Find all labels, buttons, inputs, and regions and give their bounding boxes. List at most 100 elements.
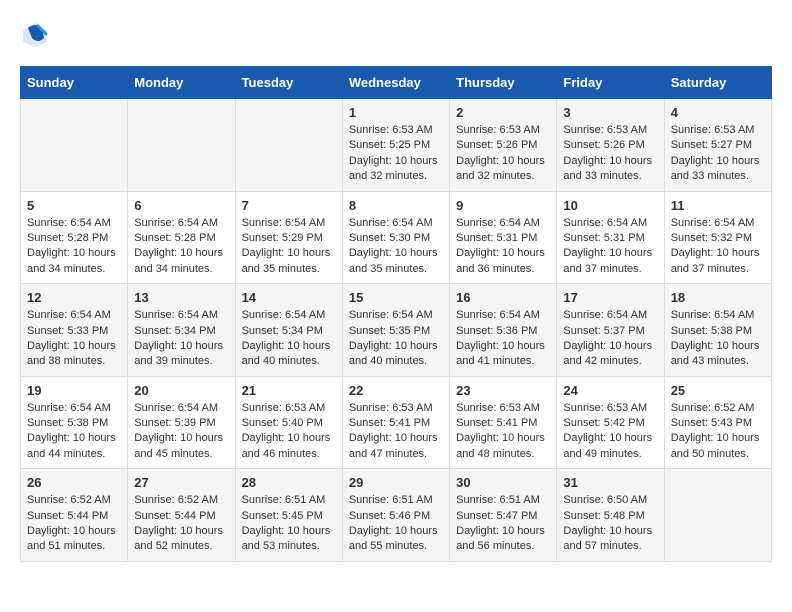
day-info: Sunrise: 6:54 AM [27, 216, 121, 231]
day-info: Sunset: 5:38 PM [671, 324, 765, 339]
day-info: Daylight: 10 hours and 55 minutes. [349, 524, 443, 555]
calendar-cell: 14 Sunrise: 6:54 AMSunset: 5:34 PMDayligh… [235, 284, 342, 377]
week-row-1: 5Sunrise: 6:54 AMSunset: 5:28 PMDaylight… [21, 191, 772, 284]
day-info: Daylight: 10 hours and 34 minutes. [27, 246, 121, 277]
day-info: Sunset: 5:43 PM [671, 416, 765, 431]
day-info: Sunset: 5:47 PM [456, 509, 550, 524]
day-number: 13 [134, 290, 228, 305]
day-info: Sunrise: 6:53 AM [563, 123, 657, 138]
day-info: Daylight: 10 hours and 45 minutes. [134, 431, 228, 462]
weekday-header-thursday: Thursday [450, 67, 557, 99]
day-info: Sunset: 5:34 PM [242, 324, 336, 339]
weekday-header-wednesday: Wednesday [342, 67, 449, 99]
day-info: Sunrise: 6:52 AM [27, 493, 121, 508]
calendar-cell: 5Sunrise: 6:54 AMSunset: 5:28 PMDaylight… [21, 191, 128, 284]
weekday-header-tuesday: Tuesday [235, 67, 342, 99]
day-number: 21 [242, 383, 336, 398]
day-number: 26 [27, 475, 121, 490]
day-info: Daylight: 10 hours and 43 minutes. [671, 339, 765, 370]
day-number: 7 [242, 198, 336, 213]
day-info: Daylight: 10 hours and 41 minutes. [456, 339, 550, 370]
day-info: Daylight: 10 hours and 32 minutes. [349, 154, 443, 185]
day-number: 3 [563, 105, 657, 120]
day-info: Sunset: 5:39 PM [134, 416, 228, 431]
calendar-header: SundayMondayTuesdayWednesdayThursdayFrid… [21, 67, 772, 99]
day-number: 12 [27, 290, 121, 305]
week-row-2: 12Sunrise: 6:54 AMSunset: 5:33 PMDayligh… [21, 284, 772, 377]
day-info: Sunset: 5:45 PM [242, 509, 336, 524]
day-info: Daylight: 10 hours and 38 minutes. [27, 339, 121, 370]
calendar-cell: 12Sunrise: 6:54 AMSunset: 5:33 PMDayligh… [21, 284, 128, 377]
calendar-cell: 15Sunrise: 6:54 AMSunset: 5:35 PMDayligh… [342, 284, 449, 377]
day-info: Sunrise: 6:54 AM [242, 308, 336, 323]
calendar-cell: 25Sunrise: 6:52 AMSunset: 5:43 PMDayligh… [664, 376, 771, 469]
calendar-cell: 21Sunrise: 6:53 AMSunset: 5:40 PMDayligh… [235, 376, 342, 469]
day-number: 14 [242, 290, 336, 305]
day-info: Sunrise: 6:54 AM [671, 308, 765, 323]
day-info: Sunset: 5:26 PM [563, 138, 657, 153]
day-number: 15 [349, 290, 443, 305]
day-number: 25 [671, 383, 765, 398]
day-info: Sunrise: 6:54 AM [456, 216, 550, 231]
day-number: 24 [563, 383, 657, 398]
calendar-cell: 22Sunrise: 6:53 AMSunset: 5:41 PMDayligh… [342, 376, 449, 469]
day-info: Sunrise: 6:51 AM [242, 493, 336, 508]
week-row-3: 19Sunrise: 6:54 AMSunset: 5:38 PMDayligh… [21, 376, 772, 469]
calendar-cell: 7 Sunrise: 6:54 AMSunset: 5:29 PMDaylight… [235, 191, 342, 284]
weekday-header-sunday: Sunday [21, 67, 128, 99]
weekday-header-friday: Friday [557, 67, 664, 99]
calendar-cell: 2Sunrise: 6:53 AMSunset: 5:26 PMDaylight… [450, 99, 557, 192]
calendar-body: 1Sunrise: 6:53 AMSunset: 5:25 PMDaylight… [21, 99, 772, 562]
calendar-cell: 10Sunrise: 6:54 AMSunset: 5:31 PMDayligh… [557, 191, 664, 284]
weekday-header-monday: Monday [128, 67, 235, 99]
day-info: Sunrise: 6:52 AM [671, 401, 765, 416]
day-info: Sunset: 5:48 PM [563, 509, 657, 524]
calendar-cell: 8Sunrise: 6:54 AMSunset: 5:30 PMDaylight… [342, 191, 449, 284]
day-info: Daylight: 10 hours and 40 minutes. [242, 339, 336, 370]
weekday-row: SundayMondayTuesdayWednesdayThursdayFrid… [21, 67, 772, 99]
day-number: 1 [349, 105, 443, 120]
day-info: Sunset: 5:28 PM [134, 231, 228, 246]
day-info: Daylight: 10 hours and 36 minutes. [456, 246, 550, 277]
calendar-cell: 13Sunrise: 6:54 AMSunset: 5:34 PMDayligh… [128, 284, 235, 377]
day-info: Sunrise: 6:52 AM [134, 493, 228, 508]
day-info: Daylight: 10 hours and 57 minutes. [563, 524, 657, 555]
day-info: Sunrise: 6:54 AM [563, 216, 657, 231]
day-info: Sunset: 5:34 PM [134, 324, 228, 339]
calendar-cell [128, 99, 235, 192]
day-info: Sunrise: 6:50 AM [563, 493, 657, 508]
day-info: Sunrise: 6:54 AM [242, 216, 336, 231]
calendar-table: SundayMondayTuesdayWednesdayThursdayFrid… [20, 66, 772, 562]
calendar-cell: 19Sunrise: 6:54 AMSunset: 5:38 PMDayligh… [21, 376, 128, 469]
day-info: Sunrise: 6:54 AM [27, 401, 121, 416]
day-info: Sunrise: 6:54 AM [134, 216, 228, 231]
day-info: Sunset: 5:41 PM [456, 416, 550, 431]
day-info: Daylight: 10 hours and 33 minutes. [671, 154, 765, 185]
calendar-cell: 16Sunrise: 6:54 AMSunset: 5:36 PMDayligh… [450, 284, 557, 377]
day-info: Sunset: 5:31 PM [456, 231, 550, 246]
day-info: Sunset: 5:27 PM [671, 138, 765, 153]
day-info: Sunset: 5:30 PM [349, 231, 443, 246]
day-info: Daylight: 10 hours and 34 minutes. [134, 246, 228, 277]
day-info: Daylight: 10 hours and 40 minutes. [349, 339, 443, 370]
day-number: 30 [456, 475, 550, 490]
day-info: Sunset: 5:35 PM [349, 324, 443, 339]
day-info: Sunset: 5:31 PM [563, 231, 657, 246]
day-info: Sunset: 5:33 PM [27, 324, 121, 339]
day-info: Sunset: 5:40 PM [242, 416, 336, 431]
day-info: Daylight: 10 hours and 35 minutes. [242, 246, 336, 277]
day-info: Daylight: 10 hours and 56 minutes. [456, 524, 550, 555]
logo-icon [20, 20, 50, 50]
day-number: 23 [456, 383, 550, 398]
calendar-cell [235, 99, 342, 192]
day-info: Sunrise: 6:54 AM [563, 308, 657, 323]
weekday-header-saturday: Saturday [664, 67, 771, 99]
day-info: Sunrise: 6:54 AM [671, 216, 765, 231]
day-info: Sunrise: 6:53 AM [349, 123, 443, 138]
day-info: Sunset: 5:38 PM [27, 416, 121, 431]
day-info: Daylight: 10 hours and 53 minutes. [242, 524, 336, 555]
day-info: Sunset: 5:29 PM [242, 231, 336, 246]
calendar-cell [664, 469, 771, 562]
day-number: 5 [27, 198, 121, 213]
day-number: 27 [134, 475, 228, 490]
